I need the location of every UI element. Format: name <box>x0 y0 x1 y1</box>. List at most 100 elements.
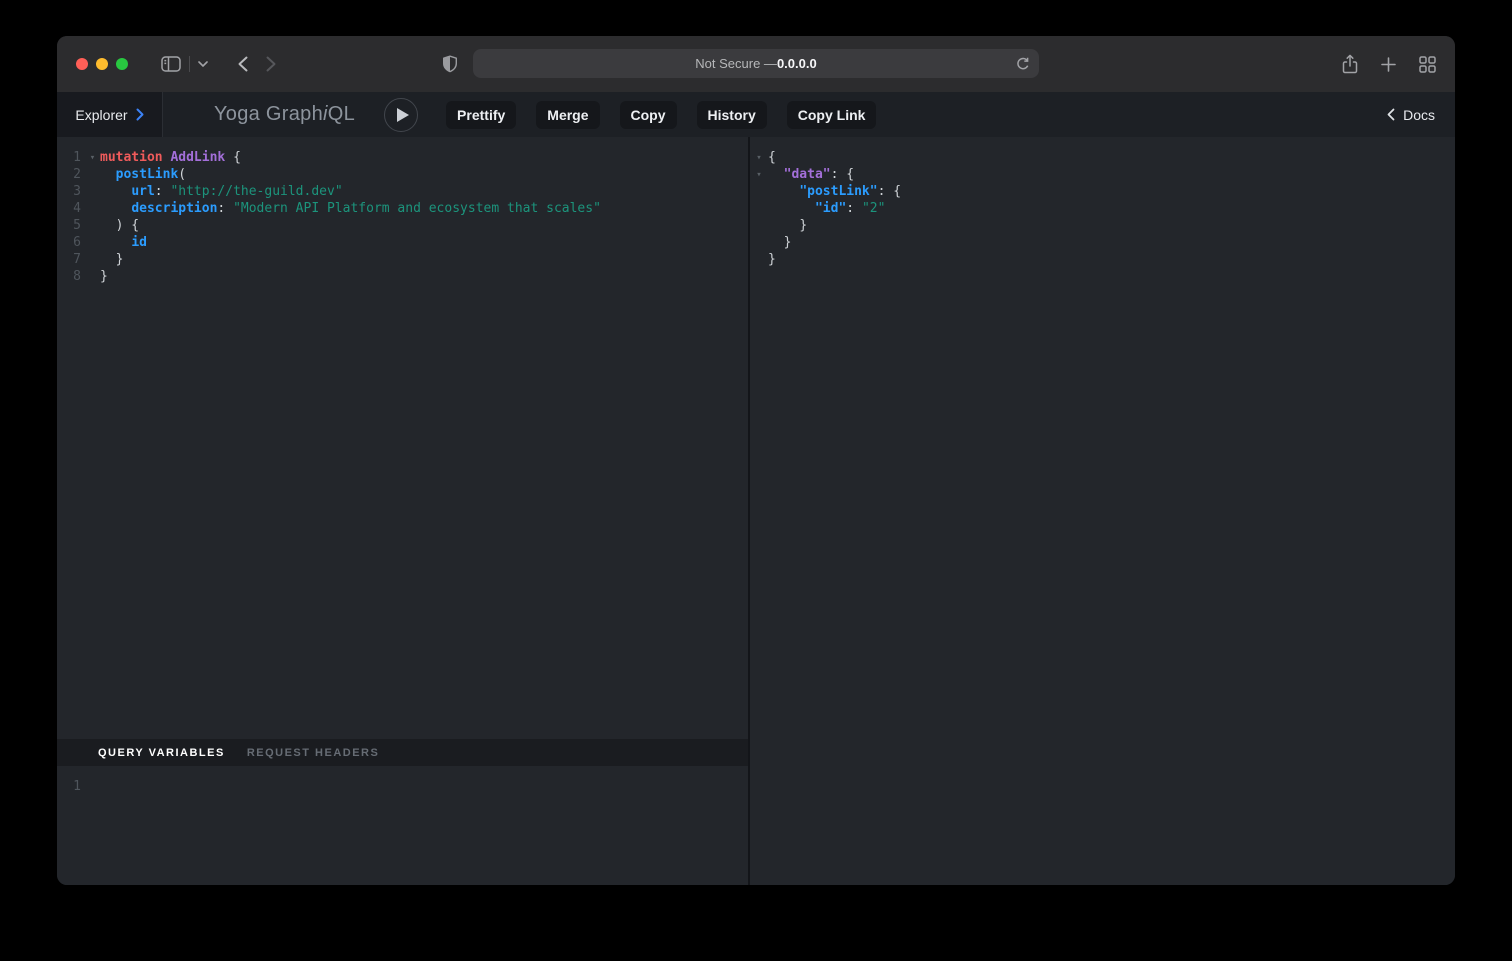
code-token: } <box>768 252 776 267</box>
code-line: } <box>768 234 901 251</box>
code-line[interactable]: ) { <box>100 217 601 234</box>
line-number: 7 <box>57 252 81 267</box>
response-viewer-code: { "data": { "postLink": { "id": "2" } }} <box>768 149 901 885</box>
code-token: "data" <box>784 167 831 182</box>
code-line[interactable]: description: "Modern API Platform and ec… <box>100 200 601 217</box>
gutter-row: 8 <box>57 268 100 285</box>
response-pane: ▾▾ { "data": { "postLink": { "id": "2" }… <box>750 137 1455 885</box>
share-icon[interactable] <box>1342 54 1358 74</box>
code-token <box>100 252 116 267</box>
privacy-shield-icon[interactable] <box>442 55 458 73</box>
code-token: postLink <box>116 167 179 182</box>
code-token: ( <box>178 167 186 182</box>
code-token: { <box>768 150 776 165</box>
code-token: } <box>100 269 108 284</box>
play-icon <box>397 108 409 122</box>
code-line[interactable]: url: "http://the-guild.dev" <box>100 183 601 200</box>
gutter-row: 6 <box>57 234 100 251</box>
code-token <box>100 218 116 233</box>
gutter-row: 5 <box>57 217 100 234</box>
line-number: 3 <box>57 184 81 199</box>
traffic-lights <box>76 58 128 70</box>
code-token: { <box>225 150 241 165</box>
docs-toggle[interactable]: Docs <box>1387 107 1435 123</box>
code-token: : <box>217 201 233 216</box>
gutter-row: 4 <box>57 200 100 217</box>
code-token <box>768 235 784 250</box>
app-logo: Yoga GraphiQL <box>214 103 355 126</box>
new-tab-icon[interactable] <box>1381 57 1396 72</box>
variables-tab-bar: QUERY VARIABLES REQUEST HEADERS <box>57 739 748 766</box>
gutter-row <box>753 200 768 217</box>
gutter-row <box>753 217 768 234</box>
copy-button[interactable]: Copy <box>620 101 677 129</box>
gutter-row: 7 <box>57 251 100 268</box>
fold-arrow-icon[interactable]: ▾ <box>753 153 765 163</box>
code-line: { <box>768 149 901 166</box>
code-token: : { <box>831 167 854 182</box>
query-editor-code[interactable]: mutation AddLink { postLink( url: "http:… <box>100 149 601 739</box>
merge-button[interactable]: Merge <box>536 101 599 129</box>
sidebar-toggle-icon[interactable] <box>161 56 181 72</box>
code-token: "http://the-guild.dev" <box>170 184 342 199</box>
code-token <box>100 184 131 199</box>
gutter-row <box>753 234 768 251</box>
gutter-row: ▾ <box>753 149 768 166</box>
copy-link-button[interactable]: Copy Link <box>787 101 877 129</box>
code-token: "Modern API Platform and ecosystem that … <box>233 201 601 216</box>
code-line[interactable]: } <box>100 268 601 285</box>
browser-titlebar: Not Secure — 0.0.0.0 <box>57 36 1455 92</box>
code-token: ) { <box>116 218 139 233</box>
code-token <box>768 201 815 216</box>
forward-button[interactable] <box>266 56 276 72</box>
query-editor[interactable]: 1▾2345678 mutation AddLink { postLink( u… <box>57 137 748 739</box>
minimize-window-button[interactable] <box>96 58 108 70</box>
line-number: 1 <box>57 779 81 794</box>
code-line[interactable]: id <box>100 234 601 251</box>
query-pane: 1▾2345678 mutation AddLink { postLink( u… <box>57 137 748 885</box>
code-token <box>768 167 784 182</box>
tab-overview-icon[interactable] <box>1419 56 1436 73</box>
code-token <box>768 218 799 233</box>
line-number: 1 <box>57 150 81 165</box>
explorer-toggle[interactable]: Explorer <box>57 92 163 137</box>
gutter-row: 3 <box>57 183 100 200</box>
code-token <box>768 184 799 199</box>
tab-query-variables[interactable]: QUERY VARIABLES <box>98 747 225 759</box>
reload-icon[interactable] <box>1016 56 1030 71</box>
tab-request-headers[interactable]: REQUEST HEADERS <box>247 747 380 759</box>
code-token: "postLink" <box>799 184 877 199</box>
line-number: 4 <box>57 201 81 216</box>
gutter-row: 1 <box>57 778 100 795</box>
back-button[interactable] <box>238 56 248 72</box>
chevron-right-icon <box>136 108 144 121</box>
url-security-label: Not Secure — <box>695 56 777 71</box>
graphiql-content: 1▾2345678 mutation AddLink { postLink( u… <box>57 137 1455 885</box>
code-token: "id" <box>815 201 846 216</box>
line-number: 6 <box>57 235 81 250</box>
line-number: 5 <box>57 218 81 233</box>
history-button[interactable]: History <box>697 101 767 129</box>
close-window-button[interactable] <box>76 58 88 70</box>
variables-editor-gutter: 1 <box>57 778 100 885</box>
query-variables-editor[interactable]: 1 <box>57 766 748 885</box>
code-line: "postLink": { <box>768 183 901 200</box>
code-line: "id": "2" <box>768 200 901 217</box>
docs-label: Docs <box>1403 107 1435 123</box>
code-line[interactable]: mutation AddLink { <box>100 149 601 166</box>
zoom-window-button[interactable] <box>116 58 128 70</box>
code-line[interactable]: postLink( <box>100 166 601 183</box>
explorer-label: Explorer <box>75 107 127 123</box>
divider <box>189 56 190 72</box>
code-line[interactable]: } <box>100 251 601 268</box>
fold-arrow-icon[interactable]: ▾ <box>81 153 100 163</box>
code-line: "data": { <box>768 166 901 183</box>
address-bar[interactable]: Not Secure — 0.0.0.0 <box>473 49 1039 78</box>
execute-query-button[interactable] <box>384 98 418 132</box>
chevron-down-icon[interactable] <box>198 61 208 67</box>
code-token: } <box>799 218 807 233</box>
fold-arrow-icon[interactable]: ▾ <box>753 170 765 180</box>
code-line: } <box>768 217 901 234</box>
gutter-row <box>753 183 768 200</box>
prettify-button[interactable]: Prettify <box>446 101 516 129</box>
